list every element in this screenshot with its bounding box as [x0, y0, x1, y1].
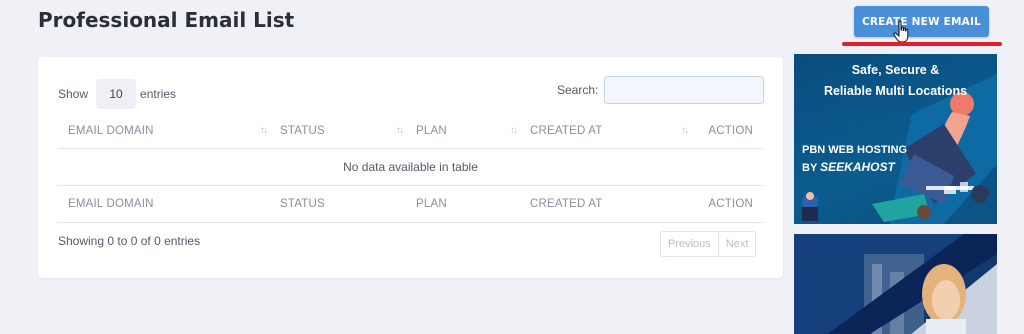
footer-plan: PLAN — [406, 184, 520, 223]
column-header-email-domain[interactable]: EMAIL DOMAIN ↑↓ — [58, 115, 270, 149]
column-header-action: ACTION — [691, 115, 763, 149]
sort-icon: ↑↓ — [681, 125, 689, 136]
pagination: Previous Next — [660, 231, 757, 257]
search-label: Search: — [557, 83, 599, 97]
column-header-created-at[interactable]: CREATED AT ↑↓ — [520, 115, 691, 149]
table-footer-row: EMAIL DOMAIN STATUS PLAN CREATED AT ACTI… — [58, 184, 763, 223]
hosting-ad-banner[interactable]: Safe, Secure & Reliable Multi Locations … — [794, 54, 997, 224]
sort-icon: ↑↓ — [510, 125, 518, 136]
email-list-card: Show 10 entries Search: EMAIL DOMAIN ↑↓ S… — [38, 57, 783, 278]
column-header-plan[interactable]: PLAN ↑↓ — [406, 115, 520, 149]
seekahost-logo: SEEKAHOST — [820, 160, 895, 174]
hand-cursor-icon — [893, 20, 909, 43]
email-table: EMAIL DOMAIN ↑↓ STATUS ↑↓ PLAN ↑↓ CREATED A… — [58, 115, 763, 223]
footer-action: ACTION — [691, 184, 763, 223]
sort-icon: ↑↓ — [260, 125, 268, 136]
page-title: Professional Email List — [38, 8, 295, 32]
red-annotation-underline — [842, 42, 1002, 46]
column-header-status[interactable]: STATUS ↑↓ — [270, 115, 406, 149]
entries-length-control: Show 10 entries — [58, 79, 176, 109]
previous-page-button[interactable]: Previous — [661, 232, 718, 256]
search-control: Search: — [557, 76, 765, 104]
sort-icon: ↑↓ — [396, 125, 404, 136]
ad-subtitle: PBN WEB HOSTING BY SEEKAHOST — [802, 144, 908, 174]
table-info: Showing 0 to 0 of 0 entries — [58, 234, 201, 248]
ad-headline: Safe, Secure & Reliable Multi Locations — [823, 63, 968, 98]
ad-photo-illustration — [794, 234, 997, 334]
footer-email-domain: EMAIL DOMAIN — [58, 184, 270, 223]
footer-status: STATUS — [270, 184, 406, 223]
create-new-email-button[interactable]: CREATE NEW EMAIL — [854, 6, 989, 37]
table-header-row: EMAIL DOMAIN ↑↓ STATUS ↑↓ PLAN ↑↓ CREATED A… — [58, 115, 763, 149]
next-page-button[interactable]: Next — [717, 232, 756, 256]
secondary-ad-banner[interactable] — [794, 234, 997, 334]
search-input[interactable] — [604, 76, 765, 104]
show-label: Show — [58, 87, 89, 101]
entries-label: entries — [140, 87, 177, 101]
footer-created-at: CREATED AT — [520, 184, 691, 223]
empty-table-message: No data available in table — [343, 159, 478, 174]
entries-select[interactable]: 10 — [96, 79, 137, 109]
table-row: No data available in table — [58, 148, 763, 185]
